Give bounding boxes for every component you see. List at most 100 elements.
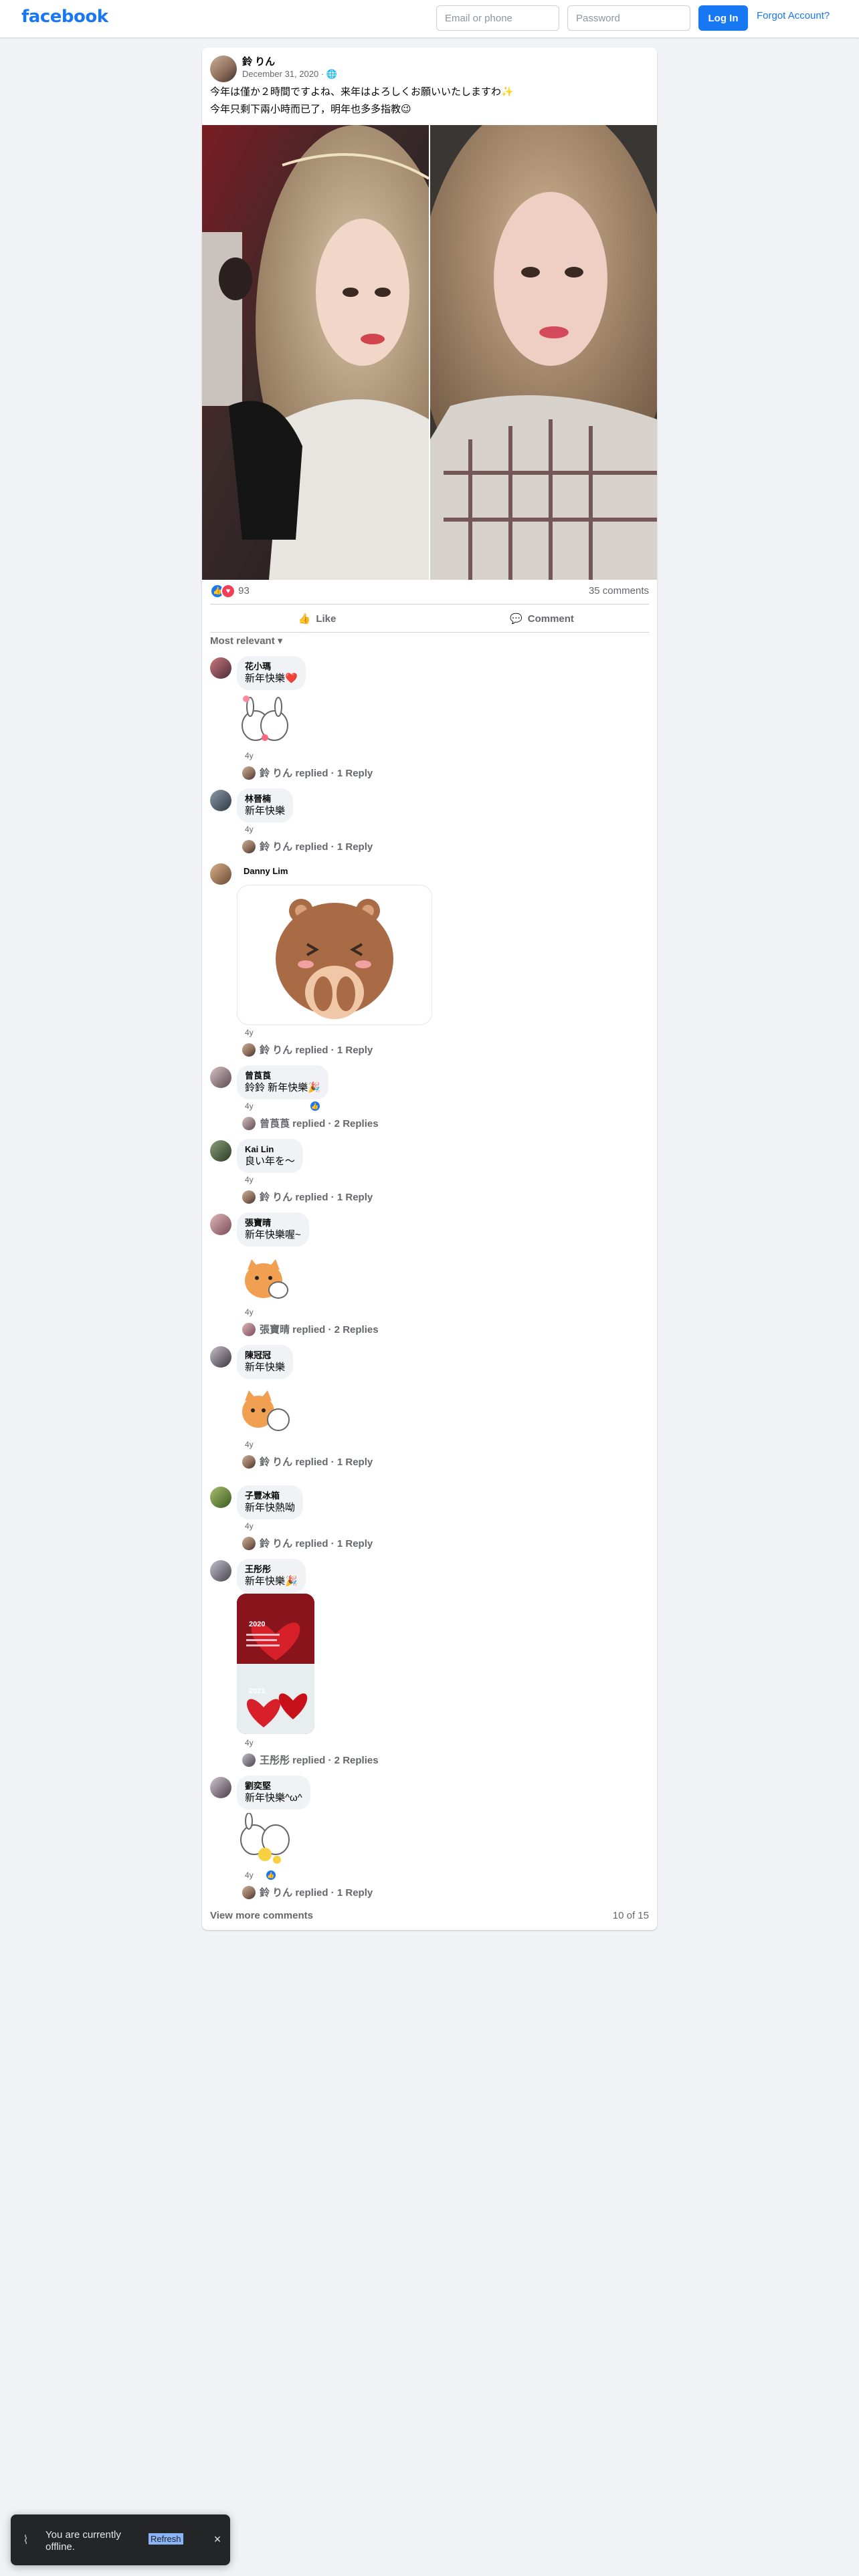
commenter-avatar[interactable] xyxy=(210,1214,231,1235)
replies-link[interactable]: 鈴 りん replied · 1 Reply xyxy=(242,1190,373,1204)
comment-bubble: 劉奕堅 新年快樂^ω^ xyxy=(237,1776,310,1810)
replies-link[interactable]: 鈴 りん replied · 1 Reply xyxy=(242,766,373,780)
bear-sticker[interactable] xyxy=(237,885,432,1025)
facebook-logo[interactable]: facebook xyxy=(21,7,108,27)
comment-time[interactable]: 4y xyxy=(245,1307,254,1317)
reply-summary: 鈴 りん replied · 1 Reply xyxy=(260,768,373,779)
commenter-name[interactable]: 花小瑪 xyxy=(245,661,298,672)
close-icon[interactable]: × xyxy=(210,2532,225,2547)
reply-summary: 鈴 りん replied · 1 Reply xyxy=(260,1457,373,1468)
sort-dropdown[interactable]: Most relevant ▾ xyxy=(210,635,282,647)
comment-time[interactable]: 4y xyxy=(245,1028,254,1037)
post-text-line1: 今年は僅か２時間ですよね、来年はよろしくお願いいたしますわ✨ xyxy=(210,86,514,98)
replies-link[interactable]: 鈴 りん replied · 1 Reply xyxy=(242,1536,373,1550)
comment-button[interactable]: 💬 Comment xyxy=(435,607,649,631)
reaction-summary[interactable]: 👍 ♥ 93 xyxy=(210,584,250,599)
thumbs-up-icon: 👍 xyxy=(298,613,311,625)
comment-bubble: 張寶晴 新年快樂喔~ xyxy=(237,1212,309,1247)
comment-bubble: 子豐冰箱 新年快熱呦 xyxy=(237,1485,304,1519)
post-author[interactable]: 鈴 りん xyxy=(242,54,275,68)
post-photo-1[interactable] xyxy=(202,125,429,580)
commenter-name[interactable]: 子豐冰箱 xyxy=(245,1491,295,1501)
replies-link[interactable]: 鈴 りん replied · 1 Reply xyxy=(242,1043,373,1057)
comment-text: 良い年を～ xyxy=(245,1156,296,1167)
caret-down-icon: ▾ xyxy=(277,635,283,647)
reply-summary: 鈴 りん replied · 1 Reply xyxy=(260,1538,373,1549)
reply-summary: 王彤彤 replied · 2 Replies xyxy=(260,1755,379,1766)
commenter-avatar[interactable] xyxy=(210,1560,231,1582)
commenter-name[interactable]: 王彤彤 xyxy=(245,1564,298,1575)
commenter-name[interactable]: 劉奕堅 xyxy=(245,1781,302,1792)
comment-bubble: 花小瑪 新年快樂❤️ xyxy=(237,656,306,690)
comment-time[interactable]: 4y xyxy=(245,1440,254,1449)
commenter-name[interactable]: 陳冠冠 xyxy=(245,1350,285,1361)
new-year-greeting-image[interactable]: 2020 2021 xyxy=(237,1594,314,1734)
commenter-avatar[interactable] xyxy=(210,657,231,679)
view-more-comments-link[interactable]: View more comments xyxy=(210,1910,313,1921)
cat-bunny-sticker[interactable] xyxy=(237,1382,293,1439)
reply-avatar xyxy=(242,1753,256,1767)
wifi-off-icon: ⌇ xyxy=(23,2533,29,2547)
refresh-button[interactable]: Refresh xyxy=(149,2533,183,2545)
bunny-chick-sticker[interactable] xyxy=(237,1812,293,1870)
commenter-name[interactable]: 曾莨莨 xyxy=(245,1071,320,1081)
commenter-avatar[interactable] xyxy=(210,863,231,885)
comments-count[interactable]: 35 comments xyxy=(589,585,649,597)
comment-bubble: 林晉楠 新年快樂 xyxy=(237,788,294,823)
post-date[interactable]: December 31, 2020 xyxy=(242,69,318,79)
like-reaction-icon[interactable]: 👍 xyxy=(309,1100,321,1112)
post-photo-2[interactable] xyxy=(430,125,657,580)
reply-summary: 鈴 りん replied · 1 Reply xyxy=(260,1192,373,1203)
replies-link[interactable]: 鈴 りん replied · 1 Reply xyxy=(242,1455,373,1469)
commenter-avatar[interactable] xyxy=(210,790,231,811)
commenter-name[interactable]: 張寶晴 xyxy=(245,1218,301,1228)
comment-bubble: 王彤彤 新年快樂🎉 xyxy=(237,1559,306,1593)
post-meta: December 31, 2020 · 🌐 xyxy=(242,69,337,80)
replies-link[interactable]: 王彤彤 replied · 2 Replies xyxy=(242,1753,379,1767)
comment-time[interactable]: 4y xyxy=(245,1175,254,1184)
commenter-avatar[interactable] xyxy=(210,1140,231,1162)
replies-link[interactable]: 曾莨莨 replied · 2 Replies xyxy=(242,1116,379,1130)
comment-time[interactable]: 4y xyxy=(245,1870,254,1880)
bunny-sticker[interactable] xyxy=(237,693,293,750)
commenter-name[interactable]: Kai Lin xyxy=(245,1144,295,1155)
offline-toast: ⌇ You are currently offline. Refresh × xyxy=(11,2514,230,2565)
post-text-line2: 今年只剩下兩小時而已了，明年也多多指教😉 xyxy=(210,104,411,115)
comment-bubble: 曾莨莨 鈴鈴 新年快樂🎉 xyxy=(237,1065,328,1099)
reply-avatar xyxy=(242,1885,256,1899)
comment-time[interactable]: 4y xyxy=(245,751,254,760)
comment-time[interactable]: 4y xyxy=(245,1738,254,1747)
meta-separator: · xyxy=(320,69,324,79)
reply-avatar xyxy=(242,1455,256,1469)
reply-avatar xyxy=(242,1043,256,1057)
author-avatar[interactable] xyxy=(210,56,237,82)
reply-avatar xyxy=(242,766,256,780)
commenter-avatar[interactable] xyxy=(210,1346,231,1368)
commenter-avatar[interactable] xyxy=(210,1777,231,1798)
commenter-name[interactable]: 林晉楠 xyxy=(245,794,285,804)
login-button[interactable]: Log In xyxy=(698,5,748,31)
like-reaction-icon[interactable]: 👍 xyxy=(265,1869,277,1881)
replies-link[interactable]: 鈴 りん replied · 1 Reply xyxy=(242,1885,373,1899)
replies-link[interactable]: 鈴 りん replied · 1 Reply xyxy=(242,839,373,853)
divider xyxy=(210,632,649,633)
comment-time[interactable]: 4y xyxy=(245,825,254,834)
password-input[interactable] xyxy=(567,5,690,31)
comment-time[interactable]: 4y xyxy=(245,1521,254,1531)
like-button[interactable]: 👍 Like xyxy=(210,607,424,631)
commenter-name[interactable]: Danny Lim xyxy=(244,866,288,877)
reply-avatar xyxy=(242,1190,256,1204)
comment-time[interactable]: 4y xyxy=(245,1101,254,1111)
reply-summary: 張寶晴 replied · 2 Replies xyxy=(260,1324,379,1335)
commenter-avatar[interactable] xyxy=(210,1067,231,1088)
cat-sticker[interactable] xyxy=(237,1250,293,1307)
commenter-avatar[interactable] xyxy=(210,1487,231,1508)
reply-summary: 鈴 りん replied · 1 Reply xyxy=(260,1887,373,1899)
email-input[interactable] xyxy=(436,5,559,31)
replies-link[interactable]: 張寶晴 replied · 2 Replies xyxy=(242,1322,379,1336)
forgot-account-link[interactable]: Forgot Account? xyxy=(757,10,830,21)
comment-text: 新年快樂^ω^ xyxy=(245,1792,302,1804)
like-label: Like xyxy=(316,613,337,625)
comment-text: 新年快樂❤️ xyxy=(245,673,298,684)
reply-summary: 曾莨莨 replied · 2 Replies xyxy=(260,1118,379,1130)
